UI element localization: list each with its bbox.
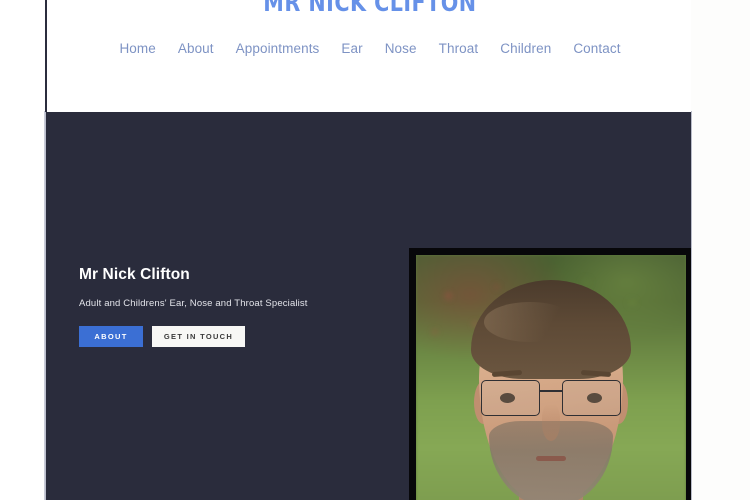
nav-item-home[interactable]: Home: [108, 42, 166, 56]
nav-item-children[interactable]: Children: [489, 42, 562, 56]
viewport-left-margin: [0, 0, 45, 500]
photo-subject: [416, 255, 686, 500]
hero-section: Mr Nick Clifton Adult and Childrens' Ear…: [45, 111, 693, 500]
nose: [541, 404, 561, 441]
site-logo[interactable]: MR NICK CLIFTON: [263, 0, 476, 16]
portrait-photo-frame: [409, 248, 693, 500]
nav-item-appointments[interactable]: Appointments: [225, 42, 331, 56]
lens-right: [562, 379, 622, 417]
nav-item-ear[interactable]: Ear: [330, 42, 373, 56]
mouth: [536, 455, 566, 461]
portrait-photo: [416, 255, 686, 500]
main-navigation: Home About Appointments Ear Nose Throat …: [108, 42, 631, 56]
viewport-right-margin: [691, 0, 750, 500]
about-button[interactable]: ABOUT: [79, 325, 143, 347]
hero-copy: Mr Nick Clifton Adult and Childrens' Ear…: [79, 266, 359, 347]
get-in-touch-button[interactable]: GET IN TOUCH: [152, 325, 245, 347]
hero-title: Mr Nick Clifton: [79, 266, 190, 283]
glasses-bridge: [539, 390, 563, 393]
lens-left: [480, 379, 540, 417]
hero-button-group: ABOUT GET IN TOUCH: [79, 325, 359, 347]
site-header: MR NICK CLIFTON Home About Appointments …: [45, 0, 695, 112]
hero-subtitle: Adult and Childrens' Ear, Nose and Throa…: [79, 297, 308, 309]
hair: [471, 279, 631, 380]
nav-item-about[interactable]: About: [167, 42, 225, 56]
nav-item-nose[interactable]: Nose: [374, 42, 428, 56]
nav-item-contact[interactable]: Contact: [562, 42, 631, 56]
nav-item-throat[interactable]: Throat: [428, 42, 490, 56]
browser-screenshot: Mr Nick Clifton Adult and Childrens' Ear…: [0, 0, 750, 500]
